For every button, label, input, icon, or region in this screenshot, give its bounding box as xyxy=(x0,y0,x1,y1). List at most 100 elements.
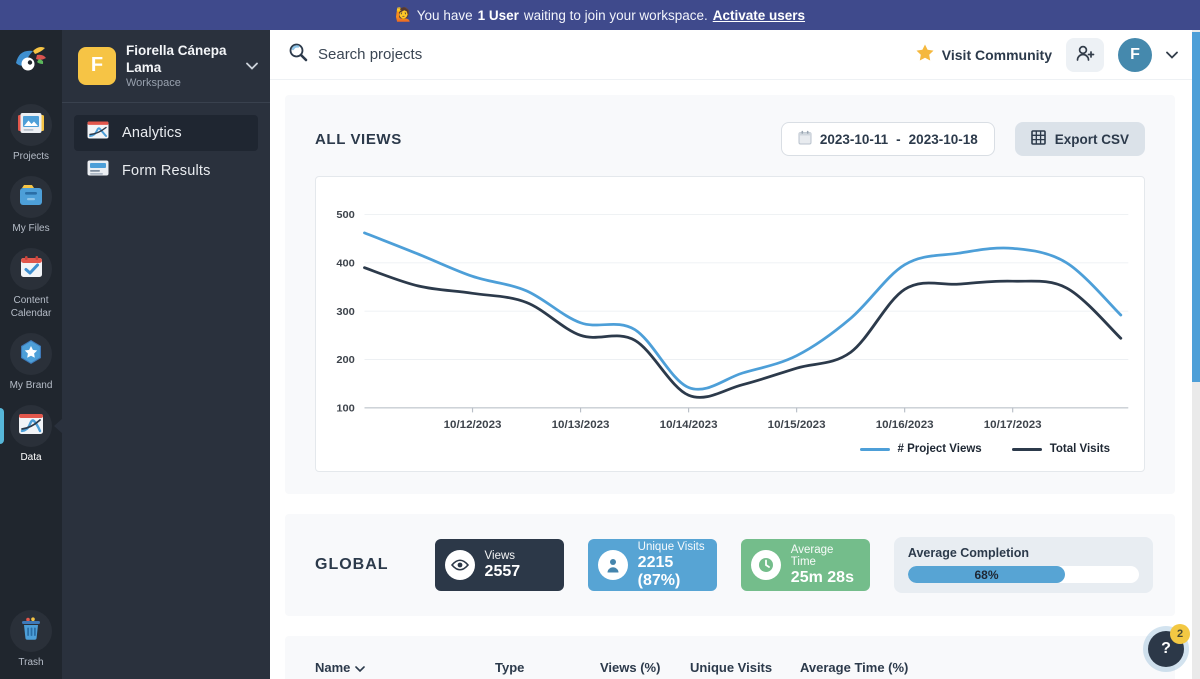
total-visits-line-swatch xyxy=(1011,447,1042,451)
user-avatar[interactable]: F xyxy=(1118,37,1152,72)
workspace-sidebar: F Fiorella Cánepa Lama Workspace Analyti… xyxy=(62,30,270,679)
table-header-row: Name Type Views (%) Unique Visits Averag… xyxy=(315,660,1145,675)
activation-banner: 🙋 You have 1 User waiting to join your w… xyxy=(0,0,1200,30)
svg-text:10/16/2023: 10/16/2023 xyxy=(876,419,934,431)
sidebar-item-content-calendar[interactable]: Content Calendar xyxy=(0,248,62,320)
help-notification-badge: 2 xyxy=(1170,624,1190,644)
unique-visits-stat-label: Unique Visits xyxy=(637,540,705,553)
main-area: Search projects Visit Community F ALL VI… xyxy=(270,30,1200,679)
average-time-stat-label: Average Time xyxy=(790,543,834,568)
projects-label: Projects xyxy=(12,151,50,162)
export-grid-icon xyxy=(1030,130,1046,148)
date-range-picker[interactable]: 2023-10-11 - 2023-10-18 xyxy=(780,122,995,156)
banner-text-pre: You have xyxy=(416,7,473,23)
visit-community-link[interactable]: Visit Community xyxy=(916,44,1052,66)
views-line-chart[interactable]: 100 200 300 400 500 10/12/2023 10/13/2023 10/14… xyxy=(324,189,1136,437)
sidebar-item-projects[interactable]: Projects xyxy=(0,104,62,163)
icon-rail: Projects My Files Content Calendar My Br… xyxy=(0,30,63,679)
content-scroll-area: ALL VIEWS 2023-10-11 - 2023-10-18 Export… xyxy=(270,80,1200,679)
person-icon xyxy=(597,550,628,580)
activate-users-link[interactable]: Activate users xyxy=(713,8,805,23)
topbar: Search projects Visit Community F xyxy=(270,30,1200,80)
sidebar-item-my-brand[interactable]: My Brand xyxy=(0,333,62,392)
svg-text:10/13/2023: 10/13/2023 xyxy=(552,419,610,431)
average-time-stat-value: 25m 28s xyxy=(790,568,854,586)
chevron-down-icon xyxy=(246,57,258,75)
menu-label-analytics: Analytics xyxy=(122,124,182,141)
search-input[interactable]: Search projects xyxy=(288,42,916,67)
help-button[interactable]: ? 2 xyxy=(1148,624,1190,667)
sidebar-menu: Analytics Form Results xyxy=(62,103,270,203)
views-stat-value: 2557 xyxy=(484,562,521,580)
star-icon xyxy=(916,44,934,66)
add-user-button[interactable] xyxy=(1066,37,1104,72)
svg-text:100: 100 xyxy=(336,403,354,415)
legend-total-visits: Total Visits xyxy=(1011,443,1110,455)
vertical-scrollbar xyxy=(1192,30,1200,679)
form-results-icon xyxy=(87,160,109,181)
active-indicator-bar xyxy=(0,408,4,444)
svg-text:10/17/2023: 10/17/2023 xyxy=(984,419,1042,431)
date-separator: - xyxy=(896,131,901,147)
banner-text-post: waiting to join your workspace. xyxy=(523,7,708,23)
average-time-stat-card: Average Time 25m 28s xyxy=(740,539,870,591)
average-completion-label: Average Completion xyxy=(907,546,1030,560)
column-header-type[interactable]: Type xyxy=(495,660,600,675)
column-header-name[interactable]: Name xyxy=(315,660,495,675)
svg-text:200: 200 xyxy=(336,354,354,366)
user-menu-chevron-icon[interactable] xyxy=(1166,46,1178,64)
sidebar-item-data[interactable]: Data xyxy=(0,405,63,464)
svg-text:500: 500 xyxy=(336,209,354,221)
global-stats-section: GLOBAL Views 2557 Unique Visits 2215 (87… xyxy=(285,514,1175,616)
add-user-icon xyxy=(1075,44,1095,65)
completion-progress-fill: 68% xyxy=(907,566,1066,583)
scrollbar-thumb[interactable] xyxy=(1192,32,1200,382)
unique-visits-stat-value: 2215 (87%) xyxy=(637,553,681,589)
svg-text:400: 400 xyxy=(336,258,354,270)
content-calendar-label: Content Calendar xyxy=(10,295,52,319)
menu-item-analytics[interactable]: Analytics xyxy=(74,114,258,151)
project-views-line-swatch xyxy=(859,447,890,451)
views-stat-label: Views xyxy=(484,549,516,562)
date-start: 2023-10-11 xyxy=(819,131,889,147)
workspace-switcher[interactable]: F Fiorella Cánepa Lama Workspace xyxy=(62,30,270,103)
completion-progress-track: 68% xyxy=(907,566,1139,583)
column-header-unique-visits[interactable]: Unique Visits xyxy=(690,660,800,675)
svg-text:10/12/2023: 10/12/2023 xyxy=(444,419,502,431)
date-end: 2023-10-18 xyxy=(908,131,978,147)
svg-text:10/14/2023: 10/14/2023 xyxy=(660,419,718,431)
projects-table-section: Name Type Views (%) Unique Visits Averag… xyxy=(285,636,1175,679)
sidebar-item-trash[interactable]: Trash xyxy=(0,610,62,669)
all-views-title: ALL VIEWS xyxy=(315,130,402,148)
all-views-section: ALL VIEWS 2023-10-11 - 2023-10-18 Export… xyxy=(285,95,1175,494)
menu-item-form-results[interactable]: Form Results xyxy=(74,153,258,189)
views-chart-card: 100 200 300 400 500 10/12/2023 10/13/2023 10/14… xyxy=(315,176,1145,472)
workspace-avatar: F xyxy=(78,46,116,85)
content-calendar-icon xyxy=(19,255,44,284)
column-header-average-time[interactable]: Average Time (%) xyxy=(800,660,1145,675)
chart-legend: # Project Views Total Visits xyxy=(324,437,1136,467)
question-mark-icon: ? xyxy=(1161,640,1171,657)
completion-percent: 68% xyxy=(974,567,999,582)
search-placeholder: Search projects xyxy=(318,46,423,63)
banner-user-count: 1 User xyxy=(477,7,519,23)
my-files-label: My Files xyxy=(12,223,50,234)
workspace-name: Fiorella Cánepa Lama xyxy=(126,43,227,75)
sidebar-item-my-files[interactable]: My Files xyxy=(0,176,62,235)
clock-icon xyxy=(750,550,781,580)
my-brand-icon xyxy=(18,339,44,370)
eye-icon xyxy=(444,550,475,580)
data-icon xyxy=(17,412,45,441)
trash-icon xyxy=(20,616,42,646)
views-stat-card: Views 2557 xyxy=(434,539,564,591)
column-header-views[interactable]: Views (%) xyxy=(600,660,690,675)
export-csv-button[interactable]: Export CSV xyxy=(1014,122,1145,156)
projects-icon xyxy=(17,112,45,139)
search-icon xyxy=(288,42,308,67)
trash-label: Trash xyxy=(18,657,44,668)
svg-text:10/15/2023: 10/15/2023 xyxy=(768,419,826,431)
legend-project-views-label: # Project Views xyxy=(897,443,982,455)
svg-text:300: 300 xyxy=(336,306,354,318)
workspace-subtitle: Workspace xyxy=(126,76,181,89)
visme-logo-icon[interactable] xyxy=(13,43,49,78)
